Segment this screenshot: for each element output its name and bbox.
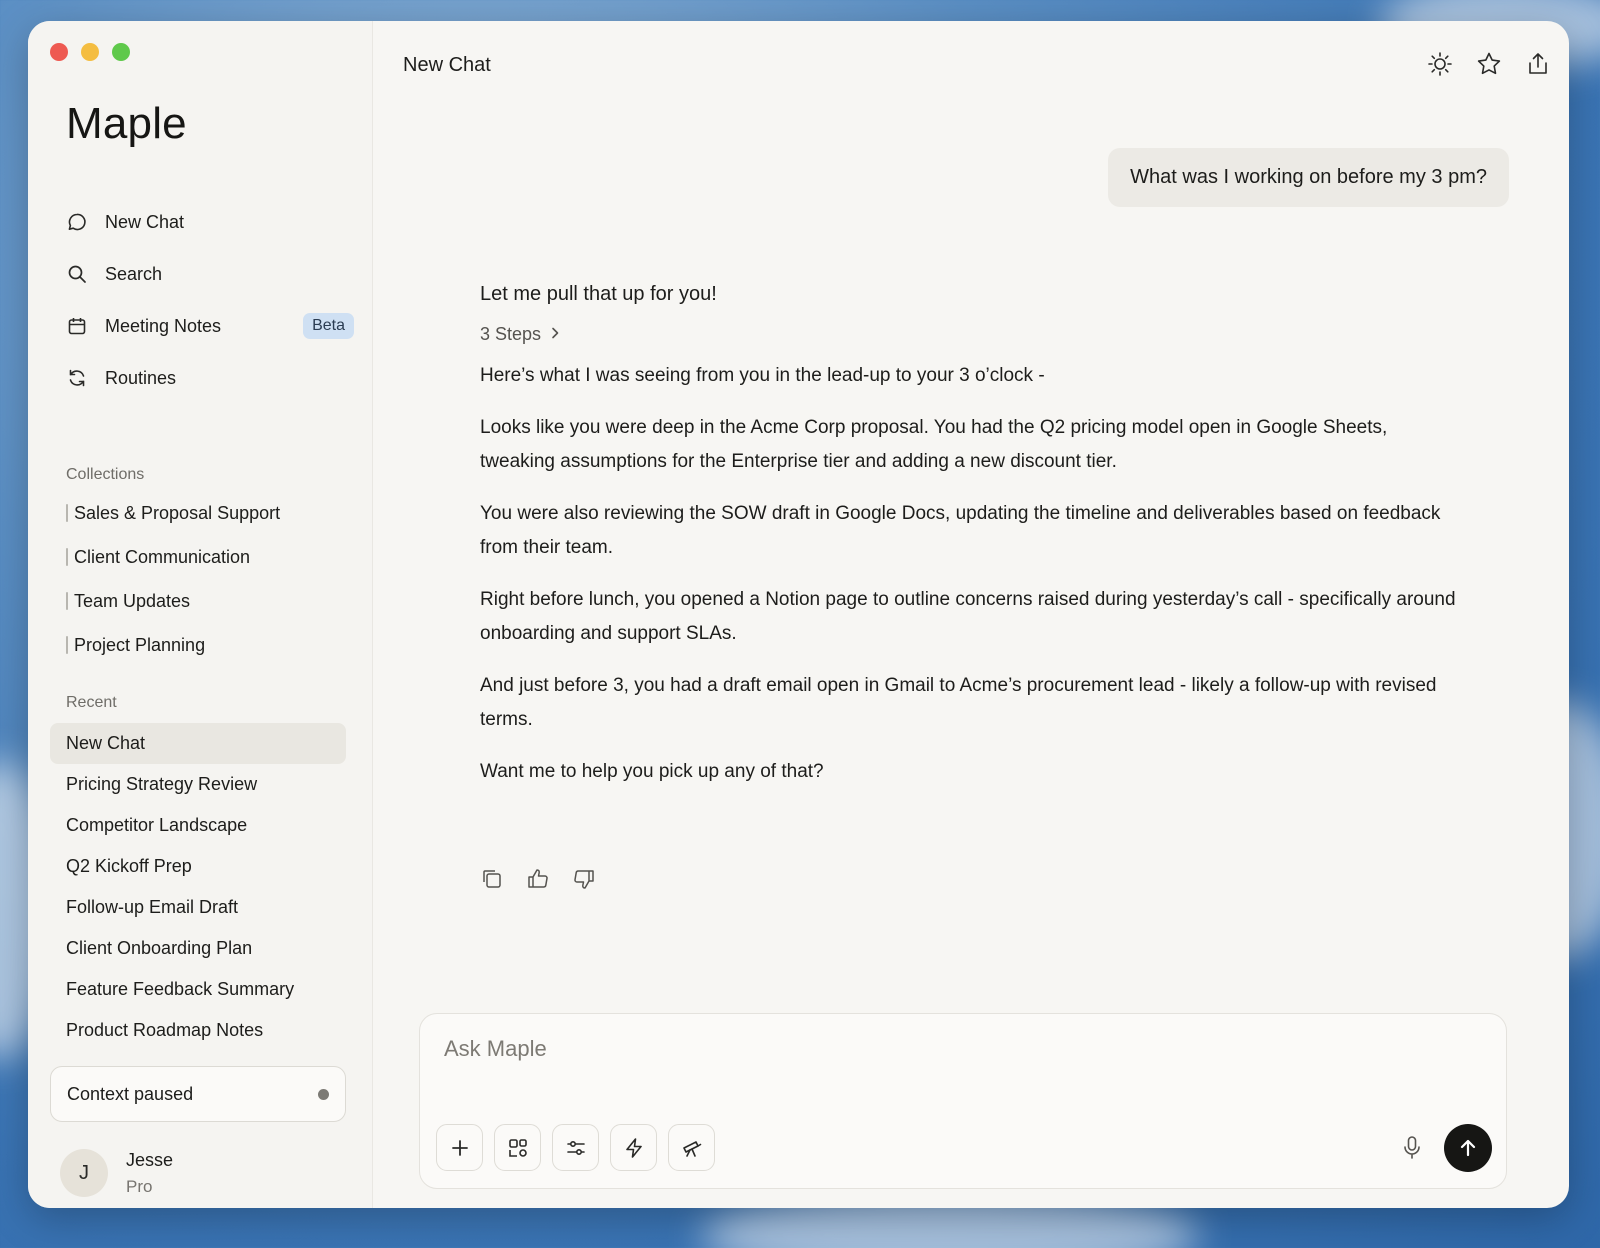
telescope-icon [682, 1140, 701, 1157]
recent-item[interactable]: Product Roadmap Notes [50, 1010, 346, 1051]
composer-tools [436, 1124, 715, 1171]
recent-heading: Recent [66, 694, 117, 711]
assistant-paragraph: You were also reviewing the SOW draft in… [480, 503, 1441, 558]
nav-label: New Chat [105, 211, 185, 232]
chat-bubble-icon [66, 211, 88, 233]
user-profile[interactable]: J Jesse Pro [60, 1149, 173, 1197]
quick-action-button[interactable] [610, 1124, 657, 1171]
collection-marker [66, 636, 68, 654]
user-name: Jesse [126, 1149, 174, 1170]
arrow-up-icon [1460, 1139, 1476, 1157]
copy-icon[interactable] [480, 867, 504, 891]
recent-item[interactable]: Pricing Strategy Review [50, 764, 346, 805]
recent-item[interactable]: Feature Feedback Summary [50, 969, 346, 1010]
assistant-intro: Let me pull that up for you! [480, 283, 717, 305]
minimize-window-button[interactable] [81, 43, 99, 61]
send-button[interactable] [1444, 1124, 1492, 1172]
composer [419, 1013, 1507, 1189]
assistant-paragraph: Here’s what I was seeing from you in the… [480, 365, 1045, 386]
collection-label: Project Planning [74, 634, 206, 655]
nav-new-chat[interactable]: New Chat [66, 196, 346, 248]
avatar: J [60, 1149, 108, 1197]
chat-main: New Chat What was I working on before my… [373, 21, 1569, 1208]
header-actions [1427, 51, 1551, 77]
nav-search[interactable]: Search [66, 248, 346, 300]
app-title: Maple [66, 99, 187, 148]
collection-item[interactable]: Sales & Proposal Support [66, 491, 280, 535]
ask-input[interactable] [444, 1036, 1344, 1062]
steps-label: 3 Steps [480, 324, 542, 344]
collections-list: Sales & Proposal Support Client Communic… [66, 491, 280, 667]
calendar-icon [66, 315, 88, 337]
user-message: What was I working on before my 3 pm? [1108, 148, 1509, 207]
collection-marker [66, 592, 68, 610]
collection-label: Sales & Proposal Support [74, 502, 281, 523]
collections-heading: Collections [66, 466, 145, 483]
context-toggle[interactable]: Context paused [50, 1066, 346, 1122]
search-icon [66, 263, 88, 285]
collection-marker [66, 548, 68, 566]
nav-label: Routines [105, 367, 177, 388]
nav-meeting-notes[interactable]: Meeting Notes Beta [66, 300, 354, 352]
beta-badge: Beta [303, 313, 354, 339]
nav-label: Meeting Notes [105, 315, 222, 336]
explore-button[interactable] [668, 1124, 715, 1171]
collection-label: Team Updates [74, 590, 191, 611]
recent-item-active[interactable]: New Chat [50, 723, 346, 764]
collection-marker [66, 504, 68, 522]
steps-toggle[interactable]: 3 Steps [480, 324, 1460, 345]
assistant-message: Let me pull that up for you! 3 Steps Her… [480, 283, 1460, 789]
collection-item[interactable]: Project Planning [66, 623, 280, 667]
collection-item[interactable]: Client Communication [66, 535, 280, 579]
layout-button[interactable] [494, 1124, 541, 1171]
microphone-icon[interactable] [1400, 1135, 1424, 1161]
assistant-paragraph: And just before 3, you had a draft email… [480, 675, 1437, 730]
primary-nav: New Chat Search Meeting Notes Beta Routi… [66, 196, 354, 404]
add-button[interactable] [436, 1124, 483, 1171]
zoom-window-button[interactable] [112, 43, 130, 61]
collection-item[interactable]: Team Updates [66, 579, 280, 623]
refresh-icon [66, 367, 88, 389]
sun-icon[interactable] [1427, 51, 1453, 77]
assistant-paragraph: Looks like you were deep in the Acme Cor… [480, 417, 1388, 472]
recent-item[interactable]: Client Onboarding Plan [50, 928, 346, 969]
thumbs-down-icon[interactable] [572, 867, 596, 891]
recent-list: New Chat Pricing Strategy Review Competi… [50, 723, 346, 1051]
sidebar: Maple New Chat Search Meeting Notes Beta [28, 21, 373, 1208]
recent-item[interactable]: Competitor Landscape [50, 805, 346, 846]
message-actions [480, 867, 596, 891]
star-icon[interactable] [1476, 51, 1502, 77]
window-controls [50, 43, 130, 61]
plus-icon [451, 1139, 468, 1156]
chat-title: New Chat [403, 54, 491, 76]
chevron-right-icon [549, 324, 561, 345]
settings-sliders-button[interactable] [552, 1124, 599, 1171]
share-icon[interactable] [1525, 51, 1551, 77]
collection-label: Client Communication [74, 546, 251, 567]
user-plan: Pro [126, 1176, 153, 1196]
nav-label: Search [105, 263, 163, 284]
sliders-icon [566, 1140, 585, 1155]
recent-item[interactable]: Q2 Kickoff Prep [50, 846, 346, 887]
nav-routines[interactable]: Routines [66, 352, 346, 404]
lightning-icon [625, 1137, 642, 1158]
recent-item[interactable]: Follow-up Email Draft [50, 887, 346, 928]
assistant-paragraph: Want me to help you pick up any of that? [480, 761, 824, 782]
app-window: Maple New Chat Search Meeting Notes Beta [28, 21, 1569, 1208]
layout-icon [508, 1138, 527, 1157]
context-status-dot [318, 1088, 329, 1100]
close-window-button[interactable] [50, 43, 68, 61]
context-label: Context paused [67, 1083, 194, 1104]
thumbs-up-icon[interactable] [526, 867, 550, 891]
assistant-paragraph: Right before lunch, you opened a Notion … [480, 589, 1456, 644]
